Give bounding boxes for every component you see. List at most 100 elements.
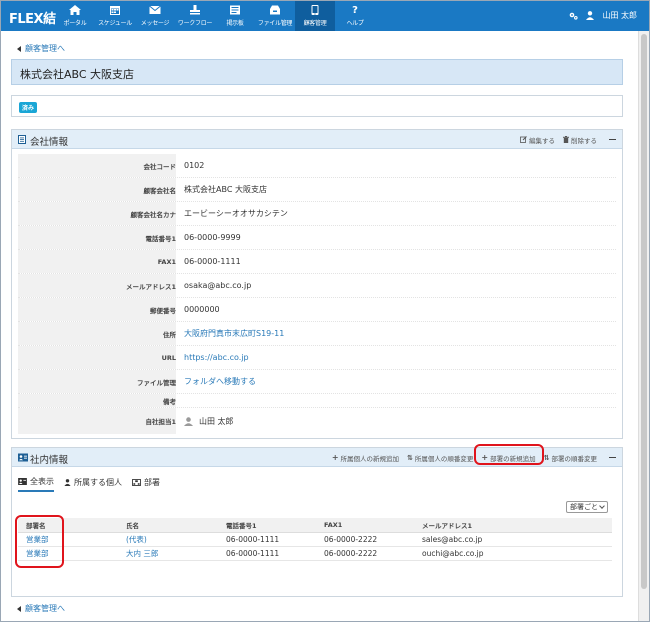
back-arrow-icon	[17, 45, 21, 52]
nav-label: ヘルプ	[346, 20, 364, 27]
back-link-label: 顧客管理へ	[25, 604, 65, 613]
detail-label: 郵便番号	[18, 298, 176, 321]
tab-label: 部署	[144, 478, 160, 487]
collapse-icon[interactable]	[609, 138, 616, 141]
brand-logo[interactable]: FLEX結	[9, 8, 56, 27]
nav-help[interactable]: ? ヘルプ	[335, 1, 375, 31]
column-header: 氏名	[118, 518, 218, 533]
detail-value: osaka@abc.co.jp	[184, 281, 252, 290]
email-cell: sales@abc.co.jp	[414, 532, 612, 547]
company-info-header: 会社情報 編集する 削除する	[12, 130, 622, 149]
contact-card-icon	[18, 478, 27, 485]
envelope-icon	[149, 5, 161, 14]
highlight-department-column	[15, 515, 64, 568]
help-icon: ?	[352, 4, 358, 16]
detail-label: URL	[18, 346, 176, 369]
phone-cell: 06-0000-1111	[218, 532, 316, 547]
detail-row-file-management: ファイル管理 フォルダへ移動する	[18, 370, 616, 394]
home-icon	[69, 5, 81, 15]
nav-portal[interactable]: ポータル	[55, 1, 95, 31]
document-icon	[18, 135, 26, 144]
detail-label: ファイル管理	[18, 370, 176, 393]
person-icon	[64, 479, 71, 486]
group-by-select[interactable]: 部署ごと	[566, 501, 608, 513]
trash-icon	[563, 136, 569, 143]
url-link[interactable]: https://abc.co.jp	[184, 346, 249, 369]
chevron-down-icon	[599, 503, 605, 509]
detail-row-company-kana: 顧客会社名カナ エービーシーオオサカシテン	[18, 202, 616, 226]
bulletin-icon	[230, 5, 240, 15]
detail-row-staff: 自社担当1 山田 太郎	[18, 408, 616, 434]
table-row: 営業部 大内 三郎 06-0000-1111 06-0000-2222 ouch…	[18, 546, 612, 561]
plus-icon: +	[331, 453, 339, 462]
main-nav: ポータル スケジュール メッセージ ワークフロー 掲示板 ファイル管理 顧客管理…	[55, 1, 375, 31]
person-link[interactable]: (代表)	[118, 532, 218, 547]
internal-info-title: 社内情報	[30, 455, 69, 466]
contact-card-icon	[18, 453, 28, 462]
edit-label: 編集する	[529, 136, 555, 145]
phone-book-icon	[311, 5, 319, 15]
scrollbar-thumb[interactable]	[641, 34, 647, 589]
back-to-customer-link[interactable]: 顧客管理へ	[17, 43, 65, 54]
detail-label: 住所	[18, 322, 176, 345]
nav-label: ポータル	[63, 20, 87, 27]
vertical-scrollbar[interactable]	[638, 31, 649, 621]
main-content: 顧客管理へ 株式会社ABC 大阪支店 済み 会社情報 編集する 削除する 会社コ…	[1, 31, 638, 621]
add-member-button[interactable]: + 所属個人の新規追加	[332, 453, 399, 463]
workflow-icon	[190, 5, 200, 15]
detail-label: 備考	[18, 394, 176, 407]
nav-bulletin[interactable]: 掲示板	[215, 1, 255, 31]
reorder-departments-button[interactable]: ⇅ 部署の順番変更	[544, 453, 597, 463]
detail-label: 電話番号1	[18, 226, 176, 249]
nav-label: ワークフロー	[177, 20, 213, 27]
nav-message[interactable]: メッセージ	[135, 1, 175, 31]
staff-value: 山田 太郎	[184, 408, 234, 434]
detail-row-company-name: 顧客会社名 株式会社ABC 大阪支店	[18, 178, 616, 202]
page-title: 株式会社ABC 大阪支店	[11, 59, 623, 85]
tab-show-all[interactable]: 全表示	[18, 476, 54, 492]
edit-button[interactable]: 編集する	[520, 135, 555, 145]
detail-label: 会社コード	[18, 154, 176, 177]
detail-row-fax: FAX1 06-0000-1111	[18, 250, 616, 274]
user-icon[interactable]	[586, 11, 595, 20]
nav-schedule[interactable]: スケジュール	[95, 1, 135, 31]
nav-workflow[interactable]: ワークフロー	[175, 1, 215, 31]
detail-value: 06-0000-9999	[184, 233, 241, 242]
detail-row-company-code: 会社コード 0102	[18, 154, 616, 178]
back-to-customer-link-bottom[interactable]: 顧客管理へ	[17, 603, 65, 614]
tab-members[interactable]: 所属する個人	[64, 476, 122, 492]
table-header-row: 部署名 氏名 電話番号1 FAX1 メールアドレス1	[18, 518, 612, 533]
detail-row-postal-code: 郵便番号 0000000	[18, 298, 616, 322]
fax-cell: 06-0000-2222	[316, 532, 414, 547]
tab-label: 所属する個人	[74, 478, 122, 487]
column-header: 電話番号1	[218, 518, 316, 533]
delete-label: 削除する	[571, 136, 597, 145]
sort-icon: ⇅	[543, 453, 550, 462]
tab-label: 全表示	[30, 477, 54, 486]
address-link[interactable]: 大阪府門真市末広町S19-11	[184, 322, 284, 345]
top-navigation-bar: FLEX結 ポータル スケジュール メッセージ ワークフロー 掲示板 ファイル管…	[1, 1, 649, 31]
org-chart-icon	[132, 479, 141, 486]
company-info-panel: 会社情報 編集する 削除する 会社コード 0102 顧客会社名 株式会社ABC …	[11, 129, 623, 439]
person-link[interactable]: 大内 三郎	[118, 546, 218, 561]
detail-value: 株式会社ABC 大阪支店	[184, 185, 267, 194]
sort-icon: ⇅	[407, 453, 413, 462]
staff-name: 山田 太郎	[199, 416, 234, 426]
folder-link[interactable]: フォルダへ移動する	[184, 370, 256, 393]
delete-button[interactable]: 削除する	[563, 135, 597, 145]
settings-icon[interactable]	[569, 12, 579, 20]
column-header: FAX1	[316, 518, 414, 533]
detail-value: 0000000	[184, 305, 220, 314]
current-user-name[interactable]: 山田 太郎	[602, 10, 637, 21]
reorder-members-button[interactable]: ⇅ 所属個人の順番変更	[407, 453, 473, 463]
collapse-icon[interactable]	[609, 456, 616, 459]
status-badge: 済み	[19, 102, 38, 113]
tab-departments[interactable]: 部署	[132, 476, 160, 492]
nav-customer-management[interactable]: 顧客管理	[295, 1, 335, 31]
nav-file-management[interactable]: ファイル管理	[255, 1, 295, 31]
reorder-departments-label: 部署の順番変更	[551, 454, 598, 463]
column-header: メールアドレス1	[414, 518, 612, 533]
detail-label: メールアドレス1	[18, 274, 176, 297]
detail-row-phone: 電話番号1 06-0000-9999	[18, 226, 616, 250]
detail-row-notes: 備考	[18, 394, 616, 408]
